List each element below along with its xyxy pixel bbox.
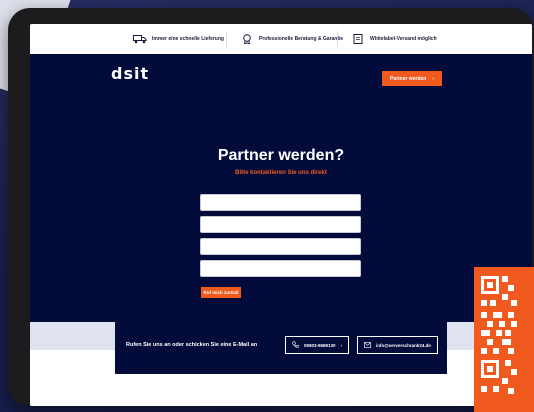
partner-button-label: Partner werden [389,75,427,82]
chevron-right-icon: › [340,342,343,348]
phone-icon [292,341,300,349]
page-title: Partner werden? [217,147,345,164]
usp-label: Professionelle Beratung & Garantie [259,36,344,42]
email-button[interactable]: info@serverschrank24.de [357,336,438,354]
brand-logo[interactable]: dsit [111,64,149,83]
usp-item-advice: Professionelle Beratung & Garantie [240,32,343,46]
page-subtitle: Bitte kontaktieren Sie uns direkt [235,170,327,176]
divider [337,31,338,47]
label-icon [351,34,365,44]
qr-code-icon [481,276,517,394]
form-field-1[interactable] [200,194,361,211]
usp-label: Immer eine schnelle Lieferung [152,36,224,42]
tablet-frame: Immer eine schnelle Lieferung Profession… [8,8,534,406]
email-address: info@serverschrank24.de [376,342,431,348]
usp-item-whitelabel: Whitelabel-Versand möglich [351,32,437,46]
divider [226,31,227,47]
mail-icon [364,341,371,349]
usp-item-delivery: Immer eine schnelle Lieferung [133,32,224,46]
callback-button[interactable]: Ruf mich zurück [201,287,241,298]
contact-banner: Rufen Sie uns an oder schicken Sie eine … [115,320,447,374]
form-field-3[interactable] [200,238,361,255]
phone-button[interactable]: 05903-9689130 › [285,336,350,354]
phone-number: 05903-9689130 [304,342,336,348]
form-field-4[interactable] [200,260,361,277]
usp-label: Whitelabel-Versand möglich [370,36,437,42]
partner-button[interactable]: Partner werden › [382,71,442,86]
website-screen: Immer eine schnelle Lieferung Profession… [30,24,532,406]
form-field-2[interactable] [200,216,361,233]
chevron-right-icon: › [432,75,435,82]
contact-text: Rufen Sie uns an oder schicken Sie eine … [126,342,258,348]
truck-icon [133,34,147,44]
qr-code-tile[interactable] [474,267,534,412]
usp-bar: Immer eine schnelle Lieferung Profession… [30,24,532,55]
hero-section: dsit Partner werden › Partner werden? Bi… [30,54,532,322]
badge-icon [240,34,254,45]
